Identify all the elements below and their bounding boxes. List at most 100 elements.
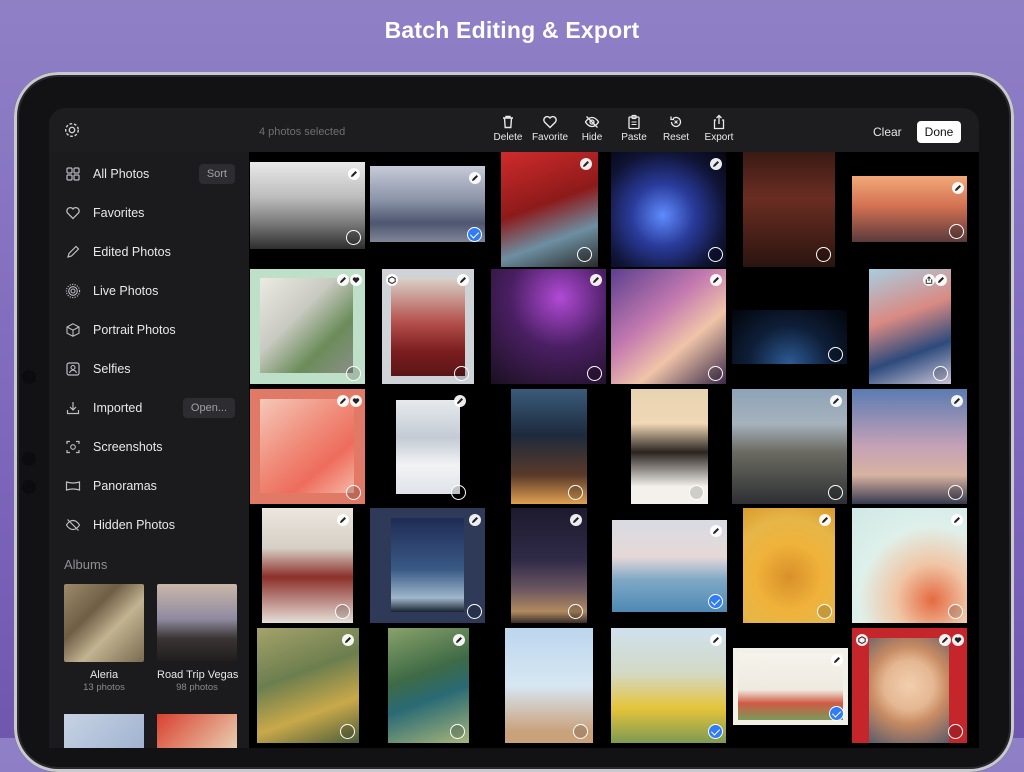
export-button[interactable]: Export <box>694 112 744 143</box>
portrait-badge-icon <box>386 274 398 286</box>
photo-thumbnail[interactable] <box>738 653 843 720</box>
selection-circle[interactable] <box>816 247 831 262</box>
edited-badge-icon <box>590 274 602 286</box>
selection-circle[interactable] <box>708 247 723 262</box>
sidebar-item-screenshots[interactable]: Screenshots <box>49 429 249 467</box>
selection-circle[interactable] <box>568 485 583 500</box>
selection-check[interactable] <box>467 227 482 242</box>
selection-circle[interactable] <box>828 485 843 500</box>
selection-circle[interactable] <box>568 604 583 619</box>
done-button[interactable]: Done <box>917 121 961 143</box>
edited-badge-icon <box>710 525 722 537</box>
selection-circle[interactable] <box>577 247 592 262</box>
selection-circle[interactable] <box>335 604 350 619</box>
paste-label: Paste <box>621 132 647 143</box>
photo-grid <box>249 152 979 748</box>
heart-icon <box>66 206 80 220</box>
person-square-icon <box>66 362 80 376</box>
sidebar-item-label: All Photos <box>93 167 150 181</box>
sidebar-item-edited[interactable]: Edited Photos <box>49 234 249 272</box>
reset-icon <box>670 116 682 128</box>
album-name: Road Trip Vegas <box>157 669 239 681</box>
edited-badge-icon <box>939 634 951 646</box>
edited-badge-icon <box>454 395 466 407</box>
sidebar-item-label: Live Photos <box>93 284 159 298</box>
side-button <box>22 480 36 494</box>
sidebar-item-panoramas[interactable]: Panoramas <box>49 468 249 506</box>
share-icon <box>713 114 725 130</box>
edited-badge-icon <box>337 274 349 286</box>
sort-button[interactable]: Sort <box>198 164 235 184</box>
album-count: 13 photos <box>83 682 125 693</box>
sidebar-item-label: Selfies <box>93 362 131 376</box>
eye-slash-icon <box>65 519 81 531</box>
selection-circle[interactable] <box>346 230 361 245</box>
sidebar-item-favorites[interactable]: Favorites <box>49 195 249 233</box>
selection-circle[interactable] <box>451 485 466 500</box>
photo-thumbnail[interactable] <box>260 399 354 493</box>
selection-circle[interactable] <box>933 366 948 381</box>
selection-circle[interactable] <box>573 724 588 739</box>
selection-circle[interactable] <box>708 366 723 381</box>
edited-badge-icon <box>457 274 469 286</box>
favorite-badge-icon <box>350 274 362 286</box>
export-label: Export <box>704 132 734 143</box>
album-road-trip-vegas[interactable]: Road Trip Vegas 98 photos <box>157 584 239 693</box>
open-button[interactable]: Open... <box>182 398 235 418</box>
heart-icon <box>543 115 557 129</box>
selection-circle[interactable] <box>450 724 465 739</box>
album-aleria[interactable]: Aleria 13 photos <box>64 584 144 693</box>
selection-check[interactable] <box>829 706 844 721</box>
sidebar-item-label: Favorites <box>93 206 145 220</box>
sidebar-item-selfies[interactable]: Selfies <box>49 351 249 389</box>
eye-slash-icon <box>584 116 600 128</box>
selection-circle[interactable] <box>689 485 704 500</box>
photo-thumbnail[interactable] <box>869 638 949 743</box>
live-photo-icon <box>65 283 81 299</box>
photo-thumbnail[interactable] <box>611 269 726 384</box>
albums-heading: Albums <box>64 557 108 572</box>
selection-circle[interactable] <box>949 224 964 239</box>
album-thumbnail[interactable] <box>64 714 144 748</box>
promo-headline: Batch Editing & Export <box>384 17 640 43</box>
clear-button[interactable]: Clear <box>873 125 902 139</box>
edited-badge-icon <box>453 634 465 646</box>
sidebar-item-label: Imported <box>93 401 143 415</box>
photo-thumbnail[interactable] <box>396 400 460 494</box>
selection-circle[interactable] <box>828 347 843 362</box>
album-thumbnail[interactable] <box>157 714 237 748</box>
photo-thumbnail[interactable] <box>391 518 464 612</box>
edited-badge-icon <box>710 634 722 646</box>
screenshot-icon <box>66 440 80 454</box>
selection-circle[interactable] <box>340 724 355 739</box>
edited-badge-icon <box>348 168 360 180</box>
sidebar-item-portrait[interactable]: Portrait Photos <box>49 312 249 350</box>
sidebar-item-all-photos[interactable]: All Photos Sort <box>49 156 249 194</box>
photo-thumbnail[interactable] <box>260 278 353 373</box>
selection-circle[interactable] <box>948 485 963 500</box>
edited-badge-icon <box>469 514 481 526</box>
edited-badge-icon <box>570 514 582 526</box>
edited-badge-icon <box>710 158 722 170</box>
selection-check[interactable] <box>708 724 723 739</box>
trash-icon <box>503 115 513 129</box>
selection-circle[interactable] <box>948 604 963 619</box>
selection-circle[interactable] <box>467 604 482 619</box>
edited-badge-icon <box>342 634 354 646</box>
sidebar-item-hidden[interactable]: Hidden Photos <box>49 507 249 545</box>
selection-check[interactable] <box>708 594 723 609</box>
selection-circle[interactable] <box>346 485 361 500</box>
favorite-badge-icon <box>350 395 362 407</box>
side-button <box>22 452 36 466</box>
gear-icon[interactable] <box>63 121 81 139</box>
sidebar-item-imported[interactable]: Imported Open... <box>49 390 249 428</box>
hide-label: Hide <box>581 132 603 143</box>
selection-circle[interactable] <box>587 366 602 381</box>
sidebar-item-live-photos[interactable]: Live Photos <box>49 273 249 311</box>
selection-circle[interactable] <box>948 724 963 739</box>
selection-circle[interactable] <box>346 366 361 381</box>
photo-thumbnail[interactable] <box>391 278 465 376</box>
selection-circle[interactable] <box>817 604 832 619</box>
edited-badge-icon <box>337 514 349 526</box>
selection-circle[interactable] <box>454 366 469 381</box>
